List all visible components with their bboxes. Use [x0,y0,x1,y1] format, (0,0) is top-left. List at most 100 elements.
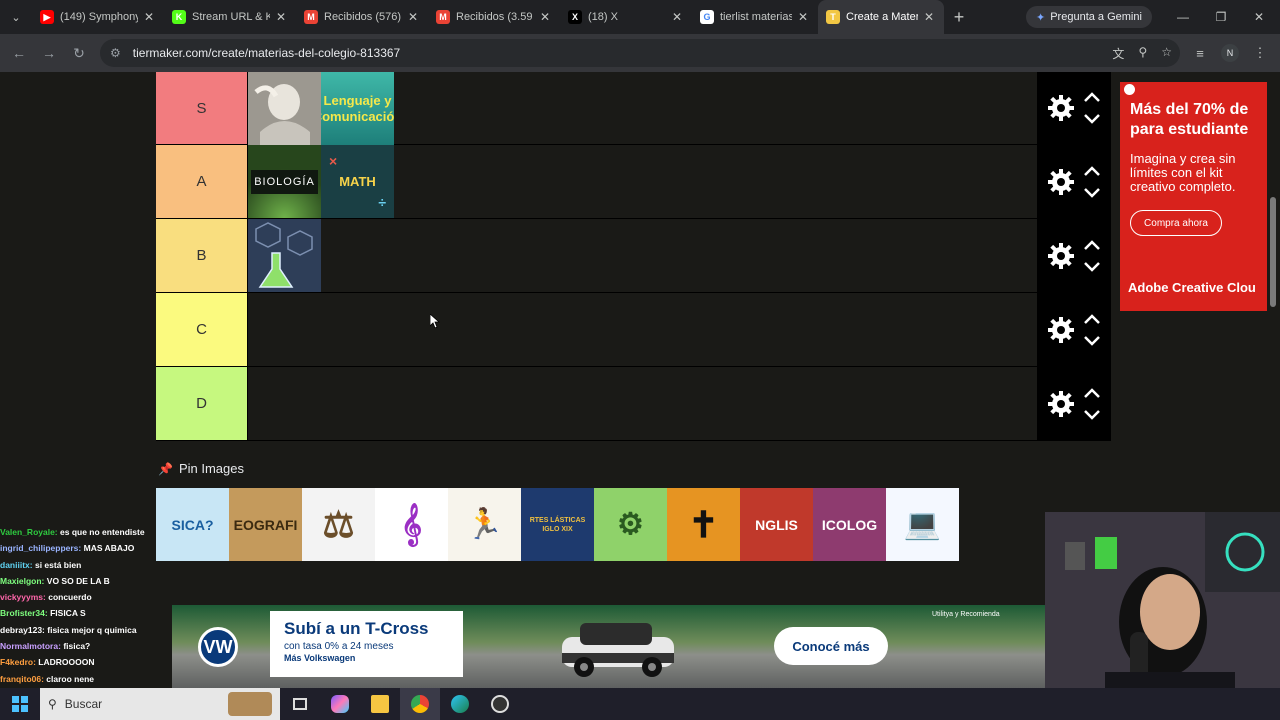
new-tab-button[interactable]: + [944,7,974,28]
move-down-chevron-icon[interactable] [1083,409,1101,421]
move-up-chevron-icon[interactable] [1083,91,1101,103]
biologia-image[interactable]: BIOLOGÍA [248,145,321,218]
lenguaje-y-comunicacion-image[interactable]: Lenguaje y Comunicación [321,72,394,145]
bookmark-star-icon[interactable]: ☆ [1161,45,1172,62]
close-tab-icon[interactable]: ✕ [540,10,550,24]
copilot-icon[interactable] [320,688,360,720]
vw-tagline: Más Volkswagen [284,653,356,663]
obs-icon[interactable] [480,688,520,720]
tier-controls [1037,219,1111,292]
close-tab-icon[interactable]: ✕ [144,10,154,24]
back-icon[interactable]: ← [4,45,34,61]
settings-gear-icon[interactable] [1047,390,1075,418]
forward-icon[interactable]: → [34,45,64,61]
tier-controls [1037,145,1111,218]
move-down-chevron-icon[interactable] [1083,335,1101,347]
settings-gear-icon[interactable] [1047,242,1075,270]
chrome-icon[interactable] [400,688,440,720]
move-up-chevron-icon[interactable] [1083,165,1101,177]
tier-label[interactable]: D [156,367,248,440]
tier-drop-zone[interactable] [248,219,1037,292]
musica-image[interactable]: 𝄞 [375,488,448,561]
browser-tab[interactable]: T Create a Materi ✕ [818,0,944,34]
tier-controls [1037,72,1111,144]
file-explorer-icon[interactable] [360,688,400,720]
move-up-chevron-icon[interactable] [1083,313,1101,325]
close-window-icon[interactable]: ✕ [1240,0,1278,34]
browser-tab[interactable]: X (18) X ✕ [560,0,692,34]
site-info-icon[interactable]: ⚙ [110,46,121,60]
gemini-button[interactable]: ✦ Pregunta a Gemini [1026,6,1152,28]
move-down-chevron-icon[interactable] [1083,113,1101,125]
taskbar-search[interactable]: ⚲ Buscar [40,688,280,720]
psicologia-image[interactable]: ICOLOG [813,488,886,561]
tab-title: (18) X [588,11,618,23]
math-image[interactable]: × ÷ MATH [321,145,394,218]
browser-tab[interactable]: K Stream URL & K ✕ [164,0,296,34]
profile-avatar[interactable]: N [1216,34,1244,72]
browser-tab[interactable]: ▶ (149) Symphony ✕ [32,0,164,34]
move-down-chevron-icon[interactable] [1083,187,1101,199]
pin-images-title: Pin Images [178,461,244,476]
chat-text: fisica? [63,641,91,652]
restore-icon[interactable]: ❐ [1202,0,1240,34]
minimize-icon[interactable]: — [1164,0,1202,34]
move-up-chevron-icon[interactable] [1083,239,1101,251]
tier-label[interactable]: B [156,219,248,292]
chat-message: franqito06: claroo nene [0,671,175,687]
tier-drop-zone[interactable] [248,367,1037,440]
tecnologia-image[interactable]: ⚙ [594,488,667,561]
more-menu-icon[interactable]: ⋮ [1246,34,1274,72]
close-tab-icon[interactable]: ✕ [408,10,418,24]
english-image[interactable]: NGLIS [740,488,813,561]
settings-gear-icon[interactable] [1047,316,1075,344]
page-scrollbar[interactable] [1270,197,1276,307]
browser-tab[interactable]: Gtierlist materias ✕ [692,0,818,34]
chat-text: fisica mejor q quimica [47,624,137,635]
reading-list-icon[interactable]: ≡ [1186,34,1214,72]
ad-buy-button[interactable]: Compra ahora [1130,210,1222,236]
tier-label[interactable]: S [156,72,248,144]
zoom-icon[interactable]: ⚲ [1138,45,1147,62]
educacion-fisica-image[interactable]: 🏃 [448,488,521,561]
vw-cta-button[interactable]: Conocé más [774,627,888,665]
browser-tab[interactable]: M Recibidos (3.59 ✕ [428,0,560,34]
tab-search-icon[interactable]: ⌄ [0,0,32,34]
chat-text: VO SO DE LA B [46,575,110,586]
move-down-chevron-icon[interactable] [1083,261,1101,273]
close-tab-icon[interactable]: ✕ [798,10,808,24]
tier-drop-zone[interactable]: Lenguaje y Comunicación [248,72,1037,145]
settings-gear-icon[interactable] [1047,94,1075,122]
ad-headline-1: Más del 70% de [1130,101,1249,118]
edge-icon[interactable] [440,688,480,720]
url-text: tiermaker.com/create/materias-del-colegi… [132,46,401,60]
translate-icon[interactable]: 文 [1112,45,1124,62]
computacion-image[interactable]: 💻 [886,488,959,561]
tier-label[interactable]: A [156,145,248,218]
statue-image[interactable] [248,72,321,145]
tier-label[interactable]: C [156,293,248,366]
geografia-image[interactable]: EOGRAFI [229,488,302,561]
volkswagen-ad[interactable]: VW Subí a un T-Cross con tasa 0% a 24 me… [172,605,1045,688]
vw-rate-text: con tasa 0% a 24 meses [284,641,394,652]
tier-drop-zone[interactable]: BIOLOGÍA × ÷ MATH [248,145,1037,218]
start-button[interactable] [0,688,40,720]
tab-title: Recibidos (3.59 [456,11,533,23]
close-tab-icon[interactable]: ✕ [924,10,934,24]
adobe-ad[interactable]: Más del 70% de para estudiante Imagina y… [1120,82,1267,311]
religion-image[interactable]: ✝ [667,488,740,561]
move-up-chevron-icon[interactable] [1083,387,1101,399]
civica-image[interactable]: ⚖ [302,488,375,561]
browser-tab[interactable]: M Recibidos (576) ✕ [296,0,428,34]
task-view-icon[interactable] [280,688,320,720]
close-tab-icon[interactable]: ✕ [672,10,682,24]
address-bar[interactable]: ⚙ tiermaker.com/create/materias-del-cole… [100,39,1180,67]
settings-gear-icon[interactable] [1047,168,1075,196]
tier-drop-zone[interactable] [248,293,1037,366]
close-tab-icon[interactable]: ✕ [276,10,286,24]
reload-icon[interactable]: ↻ [64,45,94,62]
artes-plasticas-image[interactable]: RTES LÁSTICAS IGLO XIX [521,488,594,561]
chat-message: vickyyyms: concuerdo [0,589,175,605]
chemistry-image[interactable] [248,219,321,292]
gmail-icon: M [304,10,318,24]
